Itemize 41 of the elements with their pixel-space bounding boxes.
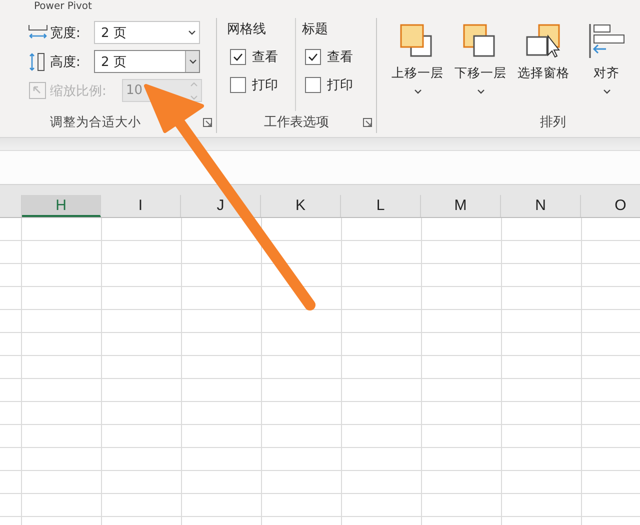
chevron-down-icon: [188, 30, 196, 35]
checkbox-label[interactable]: 查看: [252, 48, 278, 66]
checkbox-label[interactable]: 打印: [252, 76, 278, 94]
spin-arrows-icon: [190, 82, 198, 100]
column-header[interactable]: O: [581, 195, 640, 217]
ribbon-button[interactable]: 对齐: [576, 18, 637, 111]
dialog-launcher-icon[interactable]: [203, 118, 212, 127]
scale-icon: [28, 80, 48, 100]
dropdown-field[interactable]: 2 页: [94, 50, 200, 73]
checkbox-label[interactable]: 打印: [327, 76, 353, 94]
dialog-launcher-icon[interactable]: [363, 118, 372, 127]
checkbox[interactable]: [305, 77, 321, 93]
chevron-down-icon: [476, 88, 486, 96]
chevron-down-icon: [188, 59, 196, 64]
group-label: 工作表选项: [264, 114, 329, 131]
checkbox[interactable]: [230, 77, 246, 93]
checkbox[interactable]: [305, 49, 321, 65]
ribbon-button[interactable]: 下移一层: [450, 18, 511, 111]
checkbox[interactable]: [230, 49, 246, 65]
ribbon-button[interactable]: 上移一层: [387, 18, 448, 111]
chevron-down-icon: [602, 88, 612, 96]
ribbon-button[interactable]: 选择窗格: [513, 18, 574, 111]
column-header[interactable]: K: [261, 195, 341, 217]
column-header[interactable]: H: [22, 195, 101, 217]
option-heading: 网格线: [227, 21, 267, 39]
dropdown-button[interactable]: [185, 51, 199, 72]
checkbox-label[interactable]: 查看: [327, 48, 353, 66]
ribbon-tab[interactable]: Power Pivot: [34, 1, 92, 12]
field-label: 宽度:: [50, 24, 82, 42]
column-header[interactable]: I: [101, 195, 181, 217]
dropdown-field[interactable]: 2 页: [94, 21, 200, 44]
group-label: 调整为合适大小: [50, 114, 141, 130]
chevron-down-icon: [412, 88, 422, 96]
column-header[interactable]: N: [501, 195, 581, 217]
column-header[interactable]: J: [181, 195, 261, 217]
group-label: 排列: [540, 114, 566, 131]
option-heading: 标题: [302, 21, 329, 39]
field-label: 缩放比例:: [50, 82, 108, 100]
column-header[interactable]: M: [421, 195, 501, 217]
column-header[interactable]: L: [341, 195, 421, 217]
field-label: 高度:: [50, 54, 82, 70]
